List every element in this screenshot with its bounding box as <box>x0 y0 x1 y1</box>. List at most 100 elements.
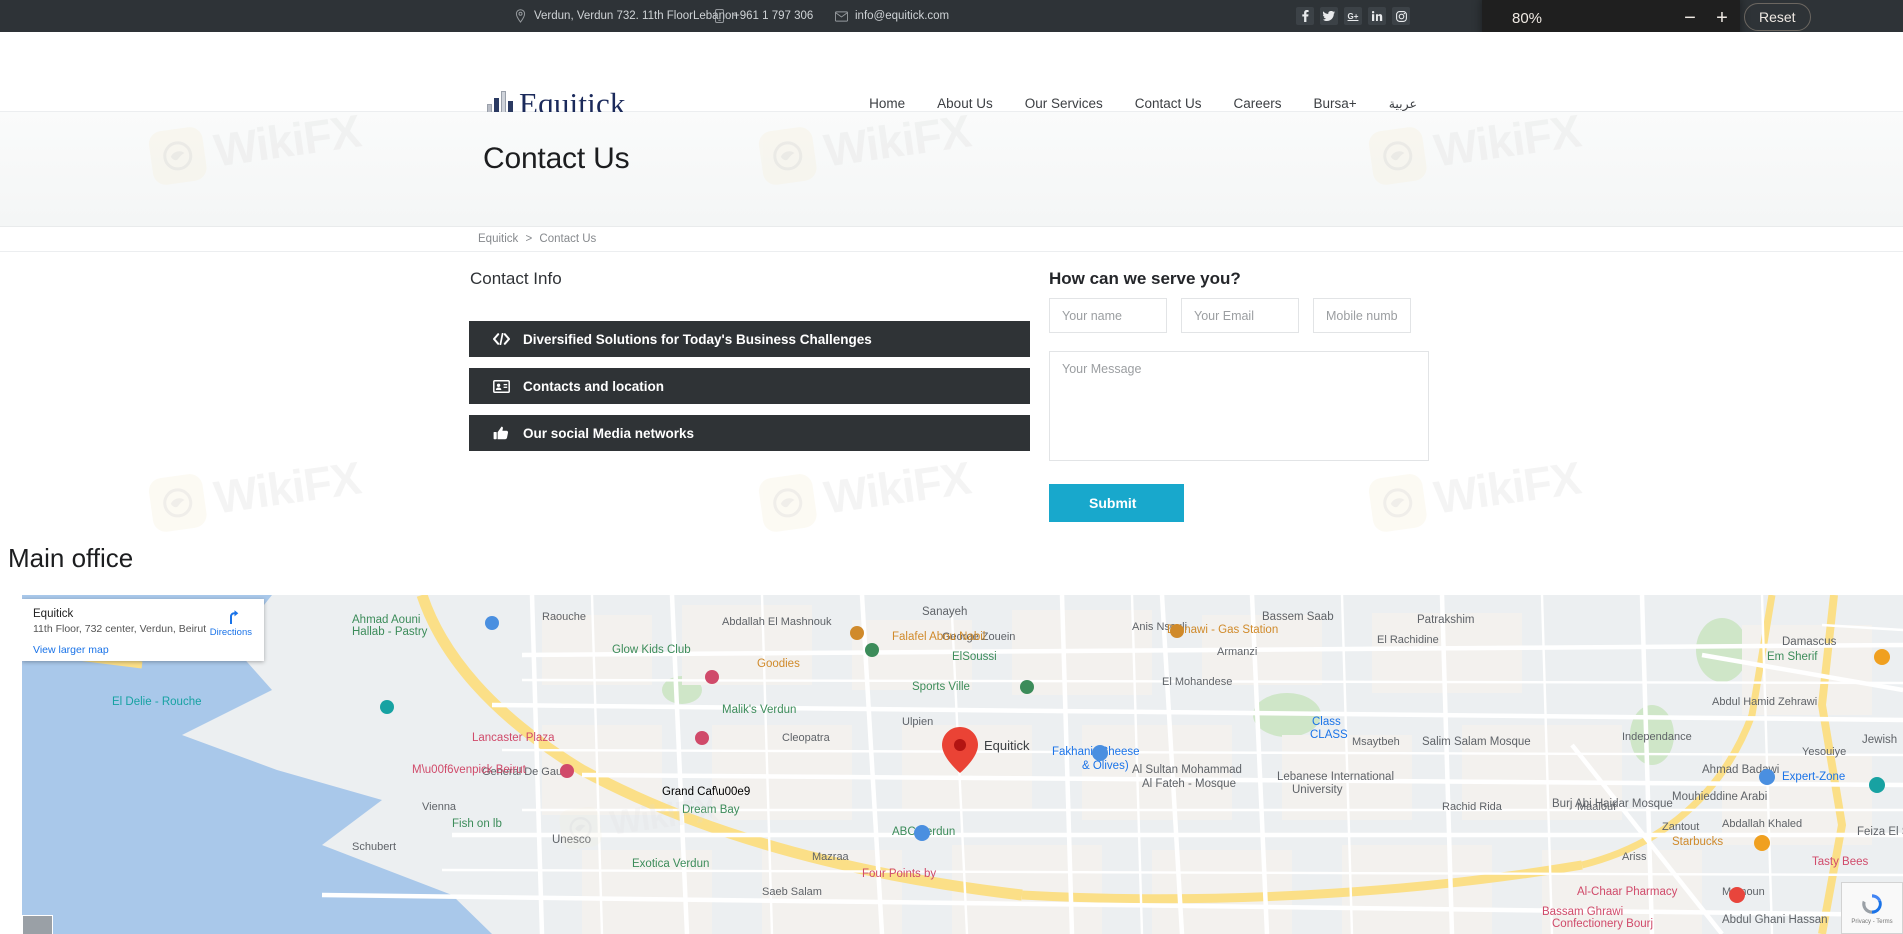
svg-text:Starbucks: Starbucks <box>1672 836 1723 848</box>
wikifx-logo-icon <box>147 472 208 533</box>
nav-item-careers[interactable]: Careers <box>1218 96 1298 111</box>
svg-text:Yesouiye: Yesouiye <box>1802 746 1846 758</box>
directions-button[interactable]: Directions <box>210 609 252 638</box>
nav-item-our-services[interactable]: Our Services <box>1009 96 1119 111</box>
svg-text:Msaytbeh: Msaytbeh <box>1352 736 1400 748</box>
svg-text:Al-Chaar Pharmacy: Al-Chaar Pharmacy <box>1577 886 1678 898</box>
zoom-in-button[interactable]: + <box>1710 6 1734 30</box>
thumbs-up-icon <box>492 425 510 441</box>
svg-text:Armanzi: Armanzi <box>1217 646 1257 658</box>
phone-icon <box>713 9 726 24</box>
svg-text:El Delie - Rouche: El Delie - Rouche <box>112 696 201 708</box>
nav-item-home[interactable]: Home <box>853 96 921 111</box>
svg-text:Ulpien: Ulpien <box>902 716 933 728</box>
svg-text:M\u00f6venpick Beirut: M\u00f6venpick Beirut <box>412 764 527 776</box>
email-input[interactable] <box>1181 298 1299 333</box>
svg-text:Independance: Independance <box>1622 731 1692 743</box>
contact-form-fields <box>1049 298 1411 333</box>
breadcrumb: Equitick > Contact Us <box>478 233 596 245</box>
contact-info-title: Contact Info <box>470 269 562 289</box>
svg-text:Jewish: Jewish <box>1862 734 1897 746</box>
svg-text:Abdallah El Mashnouk: Abdallah El Mashnouk <box>722 616 832 628</box>
svg-text:Sports Ville: Sports Ville <box>912 681 970 693</box>
page-title: Contact Us <box>483 142 629 176</box>
svg-text:ElSoussi: ElSoussi <box>952 651 997 663</box>
breadcrumb-bar <box>0 227 1903 252</box>
breadcrumb-current: Contact Us <box>539 233 596 245</box>
nav-item-about-us[interactable]: About Us <box>921 96 1009 111</box>
nav-item-contact-us[interactable]: Contact Us <box>1119 96 1218 111</box>
topbar-phone-text: +961 1 797 306 <box>733 10 813 22</box>
breadcrumb-root[interactable]: Equitick <box>478 233 518 245</box>
svg-text:Lebanese International: Lebanese International <box>1277 771 1394 783</box>
svg-text:Schubert: Schubert <box>352 841 396 853</box>
accordion-item-social-media[interactable]: Our social Media networks <box>469 415 1030 451</box>
accordion-item-solutions[interactable]: Diversified Solutions for Today's Busine… <box>469 321 1030 357</box>
zoom-reset-button[interactable]: Reset <box>1744 3 1811 31</box>
twitter-icon[interactable] <box>1320 7 1338 25</box>
map-thumbnail-control[interactable] <box>22 915 53 934</box>
svg-text:Vienna: Vienna <box>422 801 457 813</box>
form-title: How can we serve you? <box>1049 269 1241 289</box>
equitick-map-label: Equitick <box>984 738 1030 753</box>
topbar-email[interactable]: info@equitick.com <box>835 9 949 24</box>
svg-text:University: University <box>1292 784 1343 796</box>
topbar-phone[interactable]: +961 1 797 306 <box>713 9 813 24</box>
map-info-card: Equitick 11th Floor, 732 center, Verdun,… <box>22 599 264 661</box>
watermark-text: WikiFX <box>211 451 364 525</box>
svg-text:Zantout: Zantout <box>1662 821 1699 833</box>
map-labels: Raouche Abdallah El Mashnouk George Zoue… <box>22 595 1903 934</box>
submit-button[interactable]: Submit <box>1049 484 1184 522</box>
main-navigation: Home About Us Our Services Contact Us Ca… <box>853 96 1433 111</box>
svg-text:Burj Abi Haidar Mosque: Burj Abi Haidar Mosque <box>1552 798 1673 810</box>
svg-text:Tasty Bees: Tasty Bees <box>1812 856 1868 868</box>
accordion-label: Diversified Solutions for Today's Busine… <box>523 332 872 347</box>
svg-text:Malik's Verdun: Malik's Verdun <box>722 704 796 716</box>
google-plus-icon[interactable]: G+ <box>1344 7 1362 25</box>
svg-text:Rachid Rida: Rachid Rida <box>1442 801 1503 813</box>
nav-item-arabic[interactable]: عربية <box>1373 96 1433 111</box>
recaptcha-text: Privacy - Terms <box>1851 919 1892 925</box>
svg-text:Grand Caf\u00e9: Grand Caf\u00e9 <box>662 786 750 798</box>
svg-text:Patrakshim: Patrakshim <box>1417 614 1475 626</box>
envelope-icon <box>835 9 848 24</box>
page-root: Verdun, Verdun 732. 11th FloorLebanon +9… <box>0 0 1903 934</box>
topbar-email-text: info@equitick.com <box>855 10 949 22</box>
zoom-out-button[interactable]: − <box>1678 6 1702 30</box>
svg-text:Confectionery Bourj: Confectionery Bourj <box>1552 918 1653 930</box>
message-textarea[interactable] <box>1049 351 1429 461</box>
mobile-input[interactable] <box>1313 298 1411 333</box>
google-map[interactable]: Raouche Abdallah El Mashnouk George Zoue… <box>22 595 1903 934</box>
nav-item-bursa-plus[interactable]: Bursa+ <box>1298 96 1373 111</box>
accordion-label: Our social Media networks <box>523 426 694 441</box>
breadcrumb-separator: > <box>525 233 532 245</box>
svg-text:Abdul Ghani Hassan: Abdul Ghani Hassan <box>1722 914 1827 926</box>
svg-text:El Rachidine: El Rachidine <box>1377 634 1439 646</box>
directions-label: Directions <box>210 627 252 638</box>
code-icon <box>492 331 510 347</box>
svg-text:Em Sherif: Em Sherif <box>1767 651 1818 663</box>
svg-text:Al Fateh - Mosque: Al Fateh - Mosque <box>1142 778 1236 790</box>
watermark-text: WikiFX <box>1431 451 1584 525</box>
name-input[interactable] <box>1049 298 1167 333</box>
facebook-icon[interactable] <box>1296 7 1314 25</box>
topbar-address-text: Verdun, Verdun 732. 11th FloorLebanon <box>534 10 738 22</box>
svg-text:Al Sultan Mohammad: Al Sultan Mohammad <box>1132 764 1242 776</box>
svg-text:Abdul Hamid Zehrawi: Abdul Hamid Zehrawi <box>1712 696 1817 708</box>
equitick-map-marker <box>942 727 978 773</box>
page-hero: Contact Us <box>0 112 1903 227</box>
contact-card-icon <box>492 378 510 394</box>
view-larger-map-link[interactable]: View larger map <box>33 644 253 656</box>
svg-text:Exotica Verdun: Exotica Verdun <box>632 858 709 870</box>
svg-text:Saeb Salam: Saeb Salam <box>762 886 822 898</box>
accordion-item-contacts-location[interactable]: Contacts and location <box>469 368 1030 404</box>
linkedin-icon[interactable] <box>1368 7 1386 25</box>
recaptcha-badge[interactable]: Privacy - Terms <box>1841 882 1903 934</box>
wikifx-logo-icon <box>1367 472 1428 533</box>
zoom-level-label: 80% <box>1512 10 1542 27</box>
svg-text:Ahmad Aouni: Ahmad Aouni <box>352 614 420 626</box>
svg-text:Mouhieddine Arabi: Mouhieddine Arabi <box>1672 791 1767 803</box>
svg-text:Salim Salam Mosque: Salim Salam Mosque <box>1422 736 1531 748</box>
svg-text:& Olives): & Olives) <box>1082 760 1129 772</box>
instagram-icon[interactable] <box>1392 7 1410 25</box>
